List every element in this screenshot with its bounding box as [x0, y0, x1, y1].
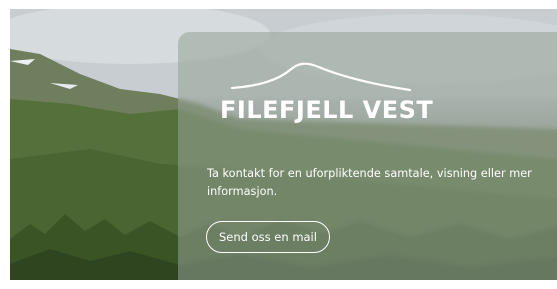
- page-frame: FILEFJELL VEST Ta kontakt for en uforpli…: [0, 0, 557, 289]
- send-mail-button[interactable]: Send oss en mail: [206, 221, 330, 253]
- brand-logo: FILEFJELL VEST: [220, 60, 433, 130]
- brand-name: FILEFJELL VEST: [220, 96, 434, 124]
- contact-card: FILEFJELL VEST Ta kontakt for en uforpli…: [178, 32, 557, 280]
- contact-description: Ta kontakt for en uforpliktende samtale,…: [207, 167, 532, 198]
- mountain-ridge-logo-icon: [230, 62, 412, 92]
